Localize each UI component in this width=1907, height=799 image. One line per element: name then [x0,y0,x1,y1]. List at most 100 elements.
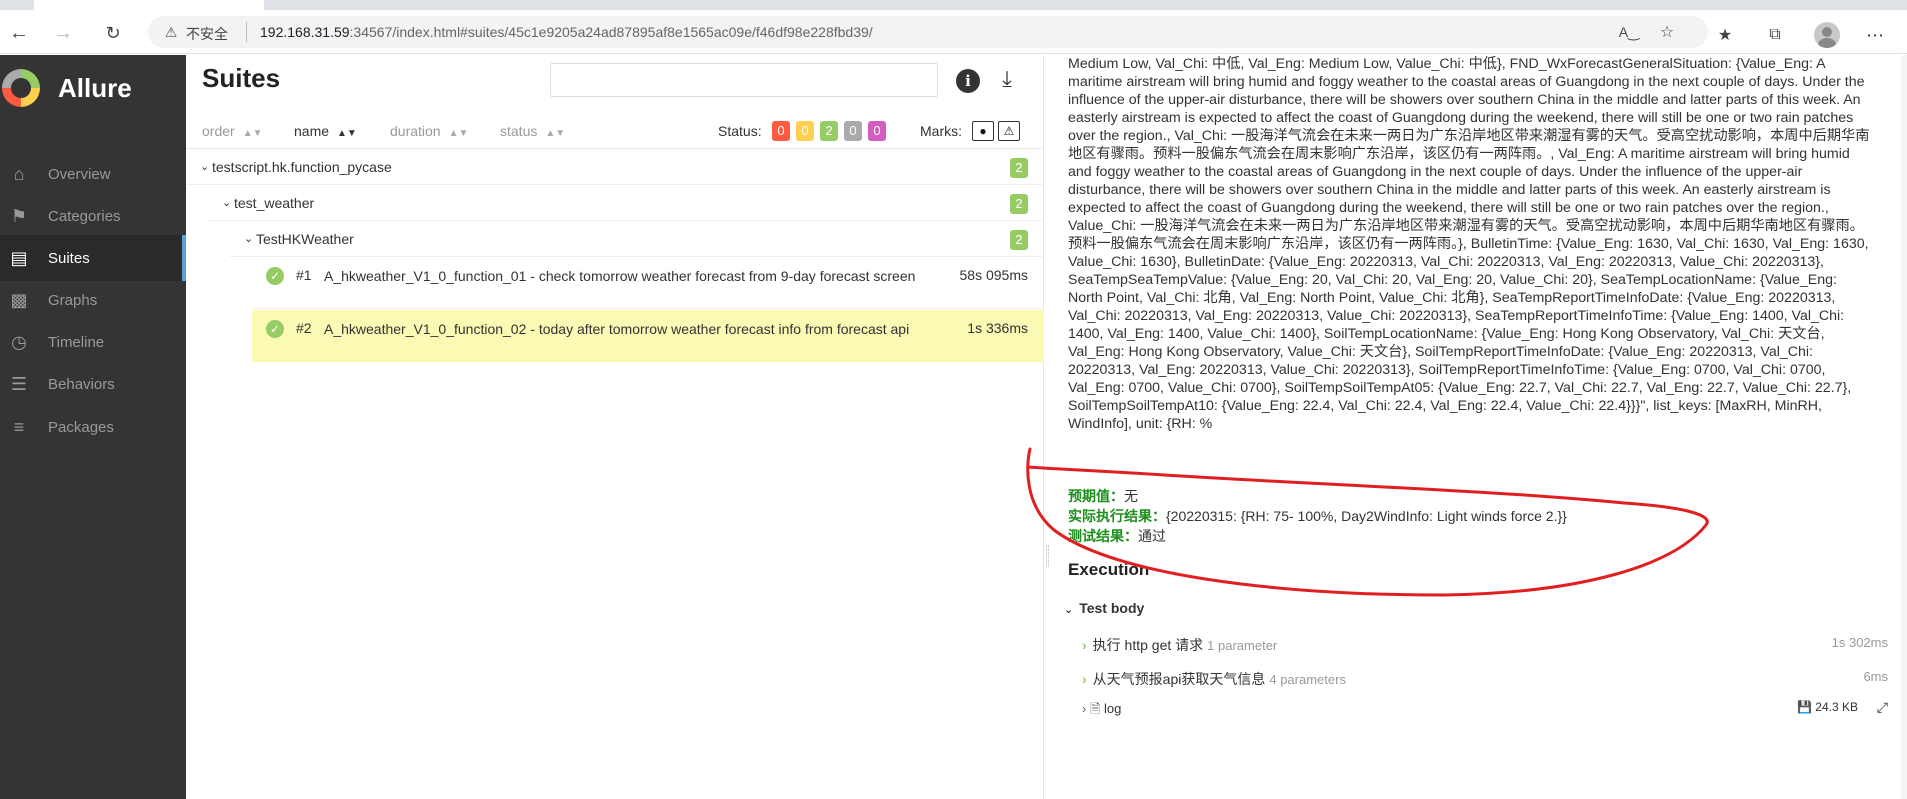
chevron-down-icon: ⌄ [200,161,210,173]
group-name: TestHKWeather [256,230,354,247]
test-detail-pane: Medium Low, Val_Chi: 中低, Val_Eng: Medium… [1044,55,1907,799]
chevron-right-icon: › [1082,671,1087,687]
sidebar-item-suites[interactable]: ▤ Suites [0,235,186,281]
sort-order[interactable]: order ▲▼ [202,123,262,139]
back-icon[interactable]: ← [6,20,32,46]
home-icon: ⌂ [13,163,25,184]
group-name: testscript.hk.function_pycase [212,158,392,175]
chevron-down-icon: ⌄ [222,197,232,209]
address-bar[interactable]: ⚠ 不安全 192.168.31.59:34567/index.html#sui… [148,16,1708,48]
step-name: 执行 http get 请求 [1092,637,1204,653]
insecure-label[interactable]: 不安全 [186,24,228,44]
status-count-broken[interactable]: 0 [796,121,814,141]
status-count-unknown[interactable]: 0 [868,121,886,141]
clock-icon: ◷ [11,331,27,352]
collections-icon[interactable]: ⧉ [1764,24,1786,46]
tree-group-row[interactable]: ⌄ testscript.hk.function_pycase 2 [186,149,1044,185]
sort-name[interactable]: name ▲▼ [294,123,357,139]
reload-icon[interactable]: ↻ [100,20,126,46]
group-name: test_weather [234,194,315,211]
tree-group-row[interactable]: ⌄ test_weather 2 [208,185,1044,221]
actual-label: 实际执行结果： [1068,508,1166,524]
url-path: :34567/index.html#suites/45c1e9205a24ad8… [349,24,873,40]
allure-logo[interactable]: Allure [0,65,186,113]
sort-order-label: order [202,123,235,139]
allure-logo-icon [2,69,40,107]
read-aloud-icon[interactable]: A‿ [1618,21,1640,43]
case-name: A_hkweather_V1_0_function_02 - today aft… [324,321,910,337]
briefcase-icon: ▤ [10,247,28,268]
actual-value: {20220315: {RH: 75- 100%, Day2WindInfo: … [1166,508,1567,524]
search-input[interactable] [550,63,938,97]
test-case-row-selected[interactable]: ✓ #2 A_hkweather_V1_0_function_02 - toda… [252,310,1044,362]
test-body-toggle[interactable]: ⌄ Test body [1064,600,1144,616]
expected-label: 预期值： [1068,488,1124,504]
profile-icon[interactable] [1814,22,1840,48]
flaky-mark-icon[interactable]: ● [972,121,994,141]
more-icon[interactable]: ⋯ [1864,24,1886,46]
sidebar-item-packages[interactable]: ≡ Packages [0,404,186,450]
case-number: #1 [296,267,312,283]
count-badge: 2 [1010,194,1028,214]
sort-arrows-icon: ▲▼ [448,128,469,139]
sort-arrows-icon: ▲▼ [337,128,357,139]
result-value: 通过 [1138,528,1166,544]
url-text[interactable]: 192.168.31.59:34567/index.html#suites/45… [260,24,873,40]
sidebar-item-graphs[interactable]: ▩ Graphs [0,277,186,323]
favorites-icon[interactable]: ★ [1714,24,1736,46]
sort-name-label: name [294,123,330,139]
bar-chart-icon: ▩ [10,289,28,310]
pane-splitter[interactable] [1046,545,1049,567]
url-host: 192.168.31.59 [260,24,350,40]
status-count-passed[interactable]: 2 [820,121,838,141]
chevron-down-icon: ⌄ [244,233,254,245]
sidebar-item-label: Overview [48,165,111,183]
sidebar-item-label: Behaviors [48,375,115,393]
tree-group-row[interactable]: ⌄ TestHKWeather 2 [230,221,1044,257]
suites-pane: Suites i ⤓ order ▲▼ name ▲▼ duration ▲▼ sta… [186,55,1044,799]
sort-duration[interactable]: duration ▲▼ [390,123,468,139]
sidebar-item-timeline[interactable]: ◷ Timeline [0,319,186,365]
status-count-failed[interactable]: 0 [772,121,790,141]
scrollbar-track[interactable] [1901,55,1907,799]
favorite-add-icon[interactable]: ☆ [1656,21,1678,43]
test-body-label: Test body [1079,600,1145,616]
step-params: 4 parameters [1269,672,1346,687]
sort-arrows-icon: ▲▼ [545,128,566,139]
status-count-skipped[interactable]: 0 [844,121,862,141]
list-icon: ☰ [10,373,28,394]
sidebar-item-label: Suites [48,249,90,267]
warning-icon[interactable]: ⚠ [162,23,180,41]
sort-status[interactable]: status ▲▼ [500,123,565,139]
log-name: log [1104,701,1122,716]
flag-icon: ⚑ [10,205,28,226]
step-name: 从天气预报api获取天气信息 [1092,671,1266,687]
test-case-row[interactable]: ✓ #1 A_hkweather_V1_0_function_01 - chec… [252,257,1044,309]
case-name: A_hkweather_V1_0_function_01 - check tom… [324,268,916,284]
sort-bar: order ▲▼ name ▲▼ duration ▲▼ status ▲▼ Statu… [186,113,1044,149]
sidebar-item-behaviors[interactable]: ☰ Behaviors [0,361,186,407]
info-icon[interactable]: i [956,69,980,93]
sidebar: Allure ⌂ Overview ⚑ Categories ▤ Suites … [0,55,186,799]
description-text: Medium Low, Val_Chi: 中低, Val_Eng: Medium… [1068,56,1870,432]
sidebar-item-overview[interactable]: ⌂ Overview [0,151,186,197]
download-icon[interactable]: ⤓ [994,65,1020,93]
sidebar-item-label: Categories [48,207,121,225]
chevron-right-icon: › [1082,701,1087,716]
sort-arrows-icon: ▲▼ [242,128,263,139]
case-number: #2 [296,320,312,336]
forward-icon: → [53,21,73,44]
tab-strip [0,0,1907,10]
sidebar-item-categories[interactable]: ⚑ Categories [0,193,186,239]
save-icon: 💾 [1797,700,1812,714]
step-row[interactable]: › 从天气预报api获取天气信息 4 parameters 6ms [1082,669,1902,689]
active-tab[interactable] [34,0,264,10]
sort-status-label: status [500,123,538,139]
step-duration: 6ms [1863,669,1888,684]
sort-duration-label: duration [390,123,441,139]
case-duration: 1s 336ms [967,320,1028,336]
expand-icon[interactable]: ⤢ [1877,699,1888,716]
log-attachment-row[interactable]: › 🗎 log 💾 24.3 KB ⤢ [1082,699,1902,722]
step-row[interactable]: › 执行 http get 请求 1 parameter 1s 302ms [1082,635,1902,655]
new-failed-mark-icon[interactable]: ⚠ [998,121,1020,141]
